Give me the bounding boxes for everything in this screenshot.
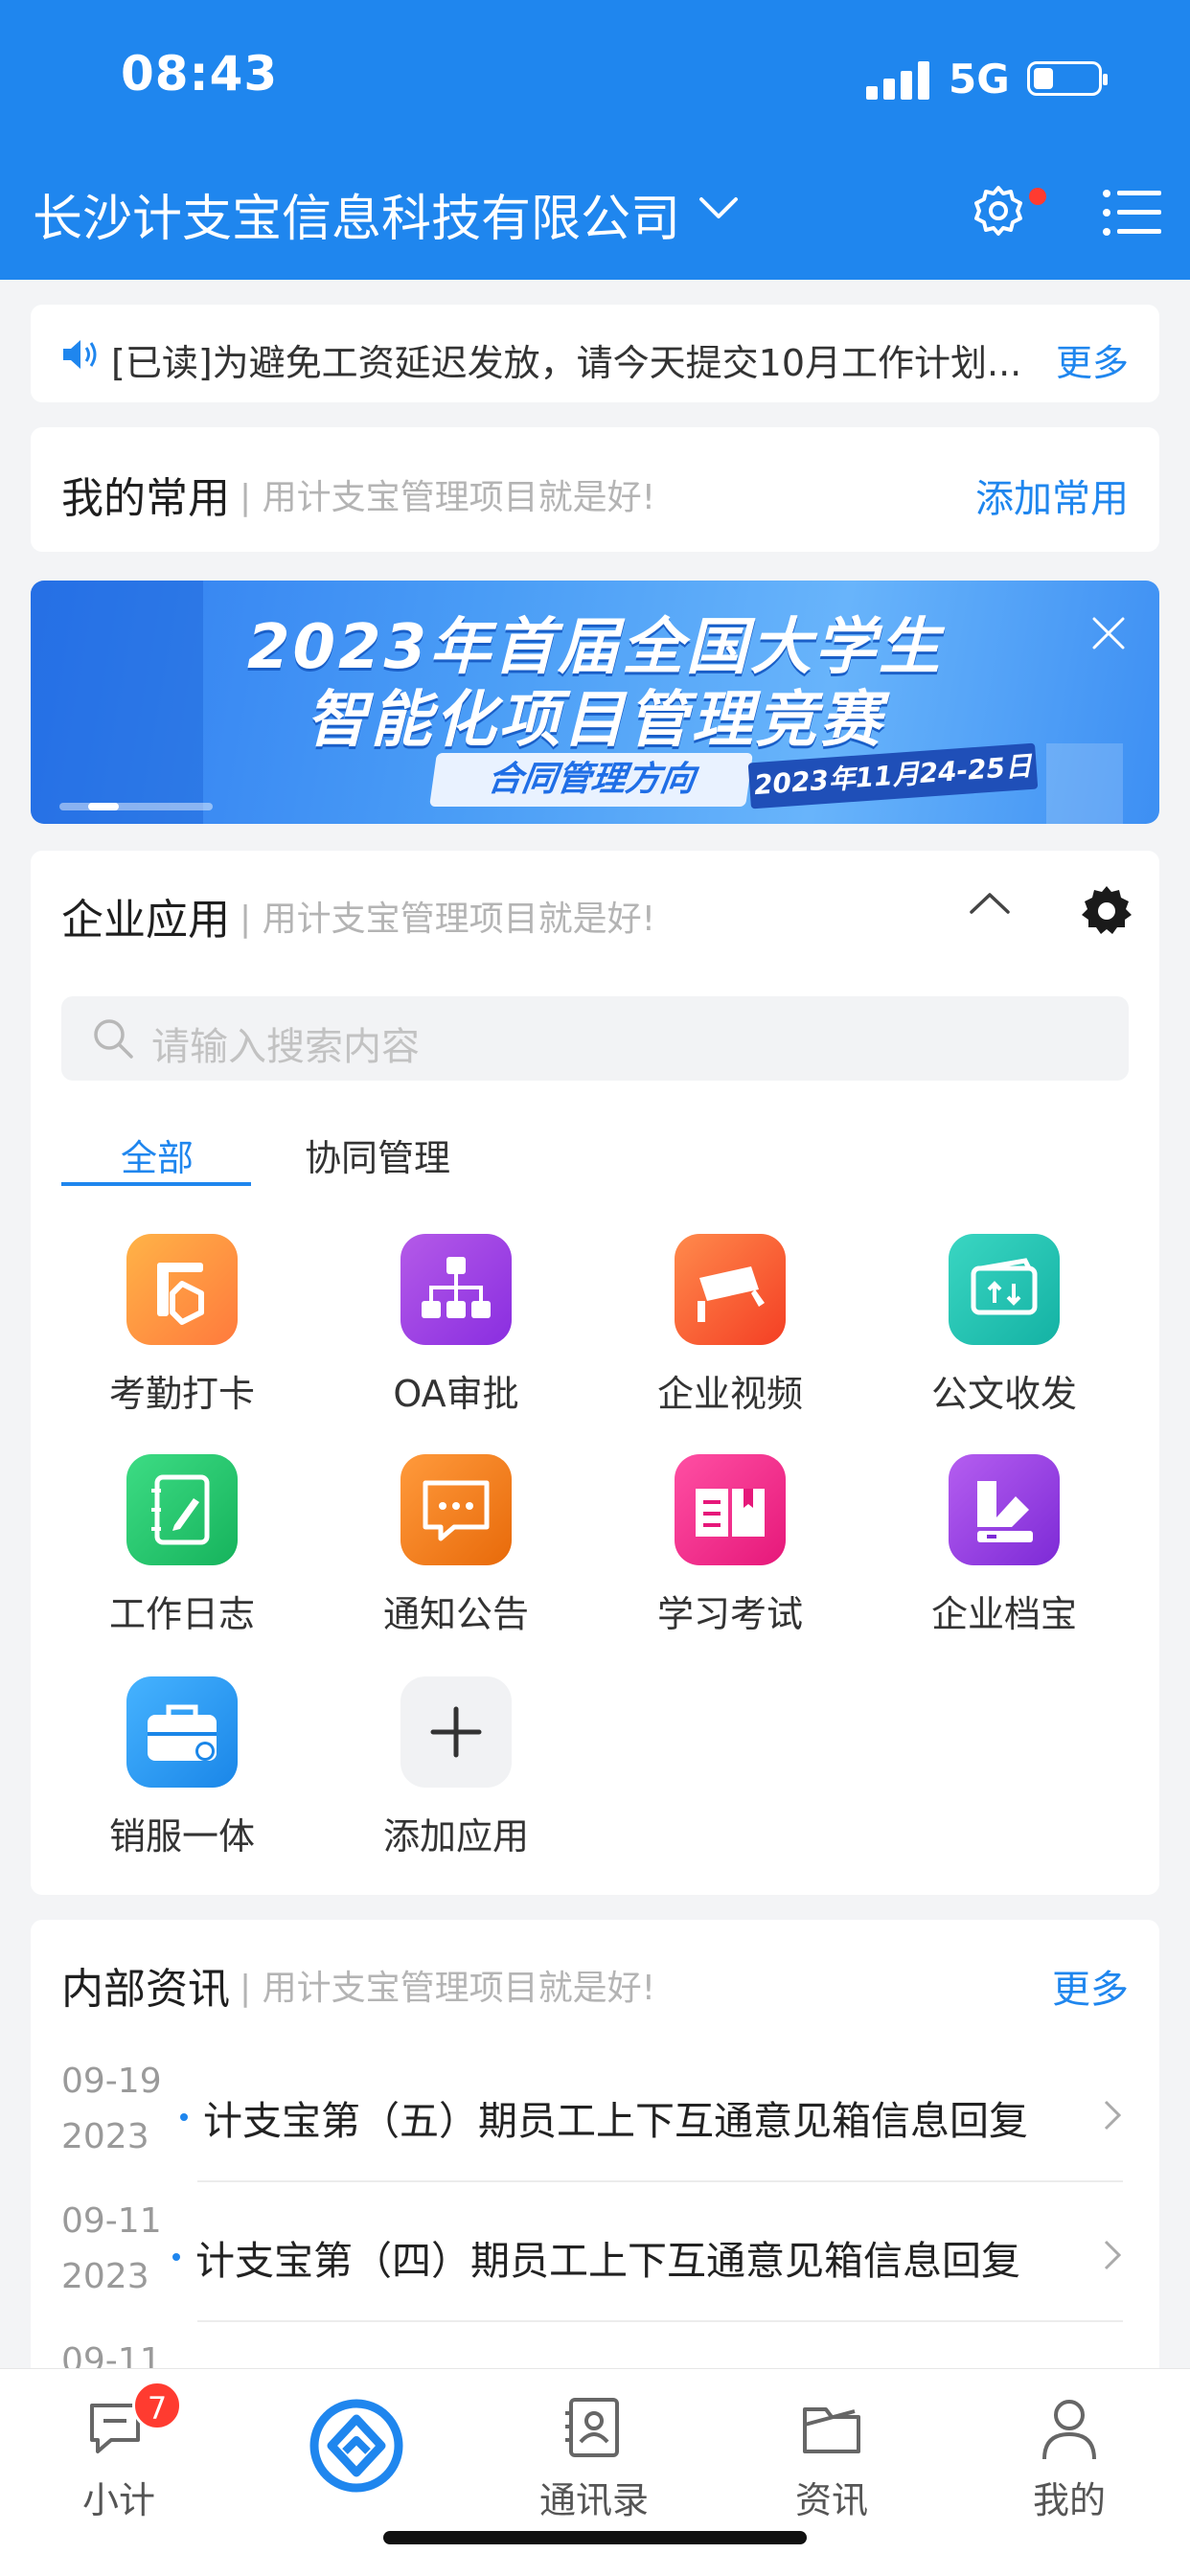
news-item[interactable]: 09-11 2023 计支宝第（四）期员工上下互通意见箱信息回复: [31, 2194, 1159, 2328]
app-search-input[interactable]: 请输入搜索内容: [61, 996, 1129, 1081]
notice-text[interactable]: [已读]为避免工资延迟发放，请今天提交10月工作计划...: [111, 333, 1050, 386]
bullet-dot: [180, 2113, 188, 2121]
news-item-title: 计支宝第（四）期员工上下互通意见箱信息回复: [195, 2238, 1020, 2284]
camera-icon: [675, 1234, 786, 1345]
tab-label: 资讯: [794, 2479, 868, 2521]
news-item-title: 计支宝第（五）期员工上下互通意见箱信息回复: [203, 2098, 1028, 2144]
chevron-right-icon: [1104, 2240, 1122, 2270]
app-study-exam[interactable]: 学习考试: [615, 1454, 845, 1646]
contacts-icon: [565, 2398, 619, 2457]
signal-icon: [866, 61, 931, 100]
status-time: 08:43: [121, 46, 279, 102]
app-sales-service[interactable]: 销服一体: [67, 1676, 297, 1868]
notice-more-link[interactable]: 更多: [1056, 333, 1129, 386]
add-icon: [400, 1676, 512, 1788]
news-item[interactable]: 09-19 2023 计支宝第（五）期员工上下互通意见箱信息回复: [31, 2054, 1159, 2188]
app-label: 考勤打卡: [108, 1373, 255, 1415]
user-icon: [1042, 2400, 1096, 2460]
app-attendance[interactable]: 考勤打卡: [67, 1234, 297, 1425]
document-transfer-icon: [949, 1234, 1060, 1345]
active-tab-indicator: [61, 1182, 251, 1186]
bottom-tab-bar: 7 小计 通讯录 资讯 我的: [0, 2368, 1190, 2576]
app-label: OA审批: [393, 1373, 519, 1415]
menu-list-icon[interactable]: [1102, 188, 1163, 238]
logo-home-icon: [309, 2399, 403, 2493]
enterprise-apps-section: 企业应用 | 用计支宝管理项目就是好! 请输入搜索内容 全部 协同管理 考勤打卡…: [31, 851, 1159, 1895]
unread-badge: 7: [132, 2381, 182, 2430]
app-label: 企业视频: [656, 1373, 803, 1415]
archive-icon: [949, 1454, 1060, 1565]
chevron-up-icon[interactable]: [968, 889, 1012, 916]
work-log-icon: [126, 1454, 238, 1565]
news-title: 内部资讯: [61, 1965, 230, 2014]
favorites-title: 我的常用: [61, 474, 230, 523]
attendance-icon: [126, 1234, 238, 1345]
news-subtitle: | 用计支宝管理项目就是好!: [240, 1969, 656, 2008]
bullet-dot: [172, 2253, 180, 2261]
tab-label: 我的: [1032, 2479, 1106, 2521]
app-enterprise-video[interactable]: 企业视频: [615, 1234, 845, 1425]
tab-profile[interactable]: 我的: [950, 2369, 1188, 2561]
company-name[interactable]: 长沙计支宝信息科技有限公司: [33, 178, 680, 250]
news-date: 09-19 2023: [61, 2062, 162, 2156]
notice-bar[interactable]: [已读]为避免工资延迟发放，请今天提交10月工作计划... 更多: [31, 305, 1159, 402]
app-document-transfer[interactable]: 公文收发: [889, 1234, 1119, 1425]
app-enterprise-archive[interactable]: 企业档宝: [889, 1454, 1119, 1646]
search-icon: [94, 1019, 133, 1059]
enterprise-subtitle: | 用计支宝管理项目就是好!: [240, 900, 656, 939]
app-label: 工作日志: [108, 1593, 255, 1635]
approval-icon: [400, 1234, 512, 1345]
briefcase-icon: [126, 1676, 238, 1788]
close-icon[interactable]: [1090, 615, 1127, 651]
carousel-indicator: [59, 803, 213, 810]
banner-tag: 合同管理方向: [429, 753, 753, 807]
add-app-button[interactable]: 添加应用: [341, 1676, 571, 1868]
tab-label: 小计: [81, 2479, 155, 2521]
tab-collaboration[interactable]: 协同管理: [305, 1128, 450, 1181]
divider: [197, 2180, 1123, 2182]
chevron-down-icon[interactable]: [696, 190, 742, 228]
notification-dot: [1029, 188, 1046, 205]
search-placeholder: 请输入搜索内容: [151, 1025, 420, 1069]
chevron-right-icon: [1104, 2100, 1122, 2131]
app-label: 公文收发: [930, 1373, 1077, 1415]
app-label: 添加应用: [382, 1815, 529, 1858]
study-icon: [675, 1454, 786, 1565]
home-indicator: [383, 2531, 807, 2544]
tab-label: 通讯录: [538, 2479, 649, 2521]
tab-all[interactable]: 全部: [121, 1128, 194, 1181]
app-announcement[interactable]: 通知公告: [341, 1454, 571, 1646]
speaker-icon: [63, 340, 97, 369]
promo-banner[interactable]: 2023年首届全国大学生 智能化项目管理竞赛 合同管理方向 2023年11月24…: [31, 581, 1159, 824]
add-favorite-button[interactable]: 添加常用: [975, 467, 1129, 523]
app-label: 通知公告: [382, 1593, 529, 1635]
gear-icon[interactable]: [1079, 883, 1134, 939]
app-label: 企业档宝: [930, 1593, 1077, 1635]
app-label: 销服一体: [108, 1815, 255, 1858]
favorites-subtitle: | 用计支宝管理项目就是好!: [240, 478, 656, 517]
network-type: 5G: [949, 56, 1010, 103]
favorites-section: 我的常用 | 用计支宝管理项目就是好! 添加常用: [31, 427, 1159, 552]
app-header: 08:43 5G 长沙计支宝信息科技有限公司: [0, 0, 1190, 280]
news-more-link[interactable]: 更多: [1052, 1958, 1129, 2014]
internal-news-section: 内部资讯 | 用计支宝管理项目就是好! 更多 09-19 2023 计支宝第（五）…: [31, 1920, 1159, 2418]
settings-gear-icon[interactable]: [970, 182, 1027, 239]
battery-icon: [1027, 61, 1108, 96]
enterprise-title: 企业应用: [61, 896, 230, 945]
announcement-icon: [400, 1454, 512, 1565]
divider: [197, 2320, 1123, 2322]
app-work-log[interactable]: 工作日志: [67, 1454, 297, 1646]
folder-icon: [803, 2407, 860, 2453]
tab-chat[interactable]: 7 小计: [0, 2369, 238, 2561]
app-oa-approval[interactable]: OA审批: [341, 1234, 571, 1425]
app-label: 学习考试: [656, 1593, 803, 1635]
